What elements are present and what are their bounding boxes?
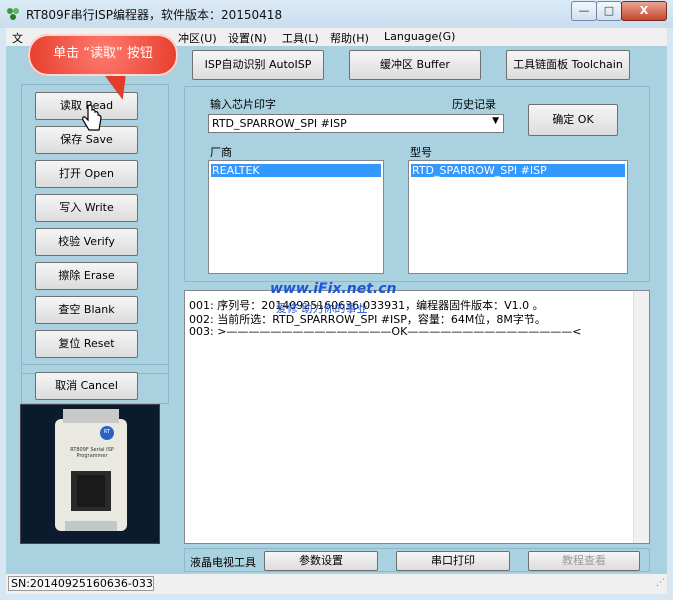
device-label: RT809F Serial ISP Programmer (70, 447, 114, 459)
write-button[interactable]: 写入 Write (35, 194, 138, 222)
programmer-device-icon (21, 405, 159, 543)
blank-check-button[interactable]: 查空 Blank (35, 296, 138, 324)
menu-language[interactable]: Language(G) (384, 30, 455, 43)
programmer-photo: RT809F Serial ISP Programmer RT (20, 404, 160, 544)
window-title: RT809F串行ISP编程器，软件版本：20150418 (26, 8, 283, 22)
vendor-list[interactable]: REALTEK (208, 160, 384, 274)
close-button[interactable]: X (621, 1, 667, 21)
lcd-tools-label: 液晶电视工具 (190, 556, 256, 569)
params-button[interactable]: 参数设置 (264, 551, 378, 571)
menu-tools[interactable]: 工具(L) (282, 30, 319, 46)
resize-grip-icon[interactable]: ⋰ (656, 578, 665, 588)
model-list-item[interactable]: RTD_SPARROW_SPI #ISP (411, 164, 625, 177)
hand-cursor-icon (82, 104, 102, 131)
toolchain-button[interactable]: 工具链面板 Toolchain (506, 50, 630, 80)
watermark-url: www.iFix.net.cn (270, 281, 397, 297)
erase-button[interactable]: 擦除 Erase (35, 262, 138, 290)
status-bar: SN:20140925160636-0339 ⋰ (6, 574, 667, 594)
callout-bubble: 单击 “读取” 按钮 (28, 34, 178, 76)
chip-combo[interactable]: RTD_SPARROW_SPI #ISP ▼ (208, 114, 504, 133)
open-button[interactable]: 打开 Open (35, 160, 138, 188)
reset-button[interactable]: 复位 Reset (35, 330, 138, 358)
cancel-button[interactable]: 取消 Cancel (35, 372, 138, 400)
serial-number-status: SN:20140925160636-0339 (8, 576, 154, 591)
history-label: 历史记录 (452, 98, 496, 111)
vendor-label: 厂商 (210, 146, 232, 159)
ok-button[interactable]: 确定 OK (528, 104, 618, 136)
buffer-button[interactable]: 缓冲区 Buffer (349, 50, 481, 80)
watermark-slogan: 爱修 助力你的事业 (276, 302, 368, 315)
chip-input-label: 输入芯片印字 (210, 98, 276, 111)
log-line: 003: >———————————————OK———————————————< (189, 325, 582, 338)
client-area: ISP自动识别 AutoISP 缓冲区 Buffer 工具链面板 Toolcha… (6, 46, 667, 574)
menu-buffer[interactable]: 冲区(U) (178, 30, 217, 46)
tutorial-button[interactable]: 教程查看 (528, 551, 640, 571)
menu-help[interactable]: 帮助(H) (330, 30, 369, 46)
app-window: RT809F串行ISP编程器，软件版本：20150418 — □ X 文 冲区(… (0, 0, 673, 600)
title-bar[interactable]: RT809F串行ISP编程器，软件版本：20150418 — □ X (0, 0, 673, 28)
chip-combo-value: RTD_SPARROW_SPI #ISP (212, 117, 347, 130)
menu-settings[interactable]: 设置(N) (228, 30, 267, 46)
device-brand: RT (103, 429, 111, 435)
model-label: 型号 (410, 146, 432, 159)
vendor-list-item[interactable]: REALTEK (211, 164, 381, 177)
log-scrollbar[interactable] (633, 291, 649, 543)
model-list[interactable]: RTD_SPARROW_SPI #ISP (408, 160, 628, 274)
autoisp-button[interactable]: ISP自动识别 AutoISP (192, 50, 324, 80)
combo-arrow-icon[interactable]: ▼ (492, 116, 499, 126)
minimize-button[interactable]: — (571, 1, 597, 21)
log-panel[interactable]: 001: 序列号：20140925160636-033931，编程器固件版本：V… (184, 290, 650, 544)
maximize-button[interactable]: □ (596, 1, 622, 21)
menu-file[interactable]: 文 (12, 30, 23, 46)
app-logo-icon (7, 8, 19, 20)
serial-print-button[interactable]: 串口打印 (396, 551, 510, 571)
verify-button[interactable]: 校验 Verify (35, 228, 138, 256)
